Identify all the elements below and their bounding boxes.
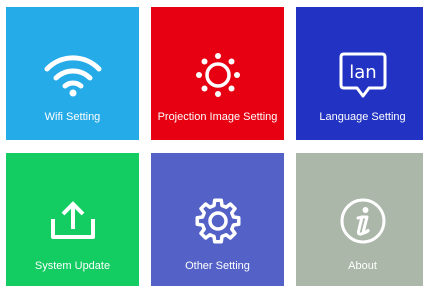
tile-label: Wifi Setting [44, 111, 101, 123]
tile-label: Projection Image Setting [157, 111, 278, 123]
language-icon: lan [296, 50, 423, 100]
tile-language-setting[interactable]: lan Language Setting [296, 7, 423, 140]
tile-projection-image-setting[interactable]: Projection Image Setting [151, 7, 284, 140]
tile-label: Other Setting [185, 260, 250, 272]
tile-wifi-setting[interactable]: Wifi Setting [6, 7, 139, 140]
language-icon-text: lan [349, 62, 376, 83]
wifi-icon [6, 50, 139, 100]
sun-icon [151, 50, 284, 100]
tile-system-update[interactable]: System Update [6, 153, 139, 286]
tile-label: Language Setting [319, 111, 406, 123]
upload-icon [6, 196, 139, 246]
tile-other-setting[interactable]: Other Setting [151, 153, 284, 286]
tile-label: System Update [34, 260, 111, 272]
tile-label: About [348, 260, 377, 272]
info-icon [296, 196, 423, 246]
tile-about[interactable]: About [296, 153, 423, 286]
gear-icon [151, 196, 284, 246]
